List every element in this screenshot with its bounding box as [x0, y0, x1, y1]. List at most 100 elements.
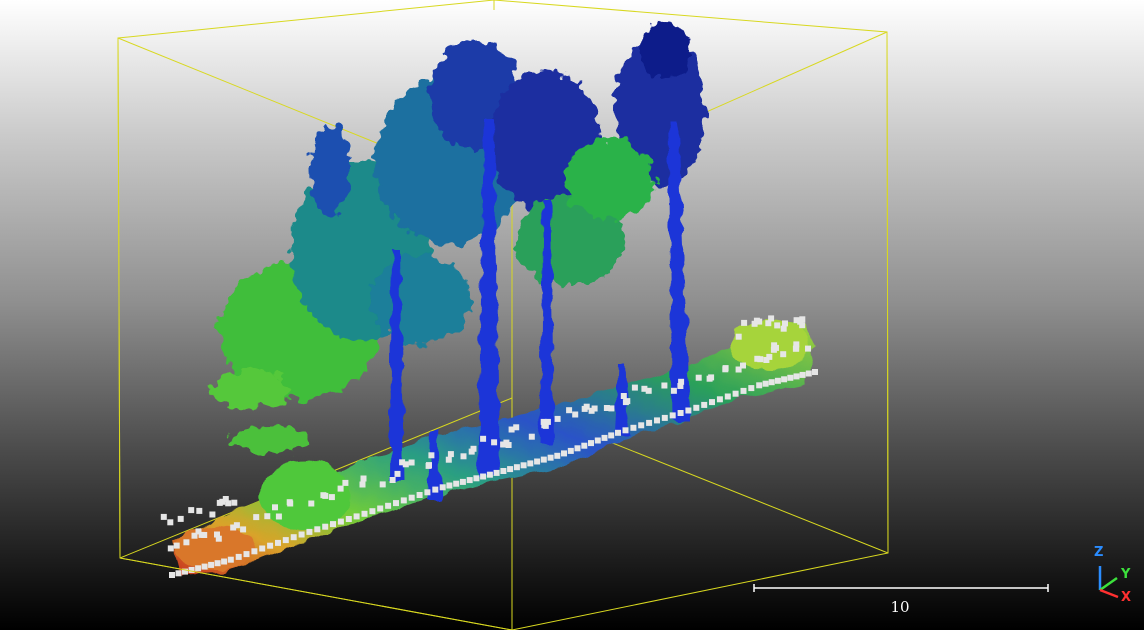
sample-marker: [594, 437, 601, 444]
sample-marker: [624, 398, 631, 405]
canopy-lobe: [370, 255, 470, 345]
canopy-lobe: [565, 140, 655, 220]
point-cloud-viewport[interactable]: [0, 0, 1144, 630]
sample-marker: [554, 415, 561, 422]
canopy-lobe: [640, 22, 690, 78]
sample-marker: [424, 489, 431, 496]
sample-marker: [209, 511, 216, 518]
sample-marker: [774, 377, 781, 384]
axis-y-label: Y: [1121, 567, 1131, 582]
sample-marker: [201, 532, 208, 538]
sample-marker: [337, 518, 344, 525]
sample-marker: [534, 458, 541, 465]
sample-marker: [342, 479, 349, 486]
sample-marker: [685, 407, 692, 414]
sample-marker: [282, 537, 289, 544]
bbox-edge-vertical: [117, 37, 121, 559]
sample-marker: [601, 434, 608, 441]
sample-marker: [361, 510, 368, 517]
sample-marker: [353, 513, 360, 520]
sample-marker: [527, 460, 534, 467]
sample-marker: [706, 375, 713, 382]
sample-marker: [513, 424, 520, 431]
sample-marker: [780, 325, 787, 332]
sample-marker: [638, 422, 645, 429]
sample-marker: [520, 462, 527, 469]
sample-marker: [253, 514, 260, 521]
axes-gizmo[interactable]: [1098, 566, 1119, 599]
sample-marker: [290, 534, 297, 541]
sample-marker: [385, 502, 392, 509]
sample-marker: [540, 456, 547, 463]
scale-bar-label: 10: [890, 598, 910, 616]
sample-marker: [670, 387, 677, 394]
sample-marker: [722, 366, 729, 373]
sample-marker: [581, 442, 588, 449]
sample-marker: [369, 508, 376, 515]
sample-marker: [298, 531, 305, 538]
sample-marker: [793, 341, 800, 348]
sample-marker: [561, 450, 567, 457]
sample-marker: [445, 456, 452, 463]
sample-marker: [428, 452, 435, 459]
sample-marker: [654, 417, 660, 424]
sample-marker: [201, 563, 208, 570]
sample-marker: [622, 427, 629, 434]
sample-marker: [459, 478, 466, 485]
sample-marker: [345, 516, 352, 522]
axis-x-line: [1099, 588, 1119, 599]
sample-marker: [500, 468, 507, 474]
sample-marker: [480, 473, 487, 480]
sample-marker: [493, 469, 500, 476]
sample-marker: [793, 373, 800, 380]
sample-marker: [394, 470, 401, 477]
sample-marker: [740, 387, 747, 394]
sample-marker: [782, 320, 788, 327]
sample-marker: [677, 410, 684, 416]
sample-marker: [480, 435, 487, 442]
sample-marker: [306, 528, 313, 535]
sample-marker: [787, 374, 794, 381]
axis-z-label: Z: [1094, 545, 1104, 560]
canopy-lobe: [230, 426, 310, 454]
sample-marker: [377, 505, 384, 512]
sample-marker: [677, 383, 684, 389]
sample-marker: [416, 492, 423, 498]
sample-marker: [574, 445, 581, 452]
sample-marker: [264, 513, 271, 520]
sample-marker: [233, 522, 240, 529]
sample-marker: [167, 545, 174, 552]
sample-marker: [768, 379, 775, 386]
sample-marker: [693, 404, 700, 411]
sample-marker: [774, 322, 781, 329]
sample-marker: [547, 454, 554, 461]
ground-bush: [260, 460, 350, 530]
axis-x-label: X: [1121, 590, 1132, 605]
sample-marker: [468, 448, 475, 455]
sample-marker: [379, 481, 386, 488]
sample-marker: [763, 357, 770, 363]
sample-marker: [765, 320, 772, 327]
sample-marker: [631, 384, 638, 391]
sample-marker: [554, 452, 561, 459]
sample-marker: [221, 558, 228, 565]
sample-marker: [167, 519, 174, 526]
sample-marker: [780, 351, 787, 358]
sample-marker: [275, 513, 282, 520]
sample-marker: [314, 526, 321, 533]
sample-marker: [175, 570, 182, 577]
scale-bar: [753, 584, 1049, 592]
sample-marker: [447, 451, 454, 458]
sample-marker: [235, 553, 242, 560]
sample-marker: [267, 542, 274, 549]
sample-marker: [781, 376, 788, 383]
sample-marker: [214, 560, 221, 567]
sample-marker: [183, 539, 190, 546]
axis-y-line: [1099, 576, 1118, 592]
sample-marker: [169, 572, 175, 578]
sample-marker: [507, 466, 514, 473]
sample-marker: [646, 419, 653, 426]
sample-marker: [308, 500, 315, 507]
sample-marker: [195, 528, 202, 535]
sample-marker: [287, 500, 294, 507]
